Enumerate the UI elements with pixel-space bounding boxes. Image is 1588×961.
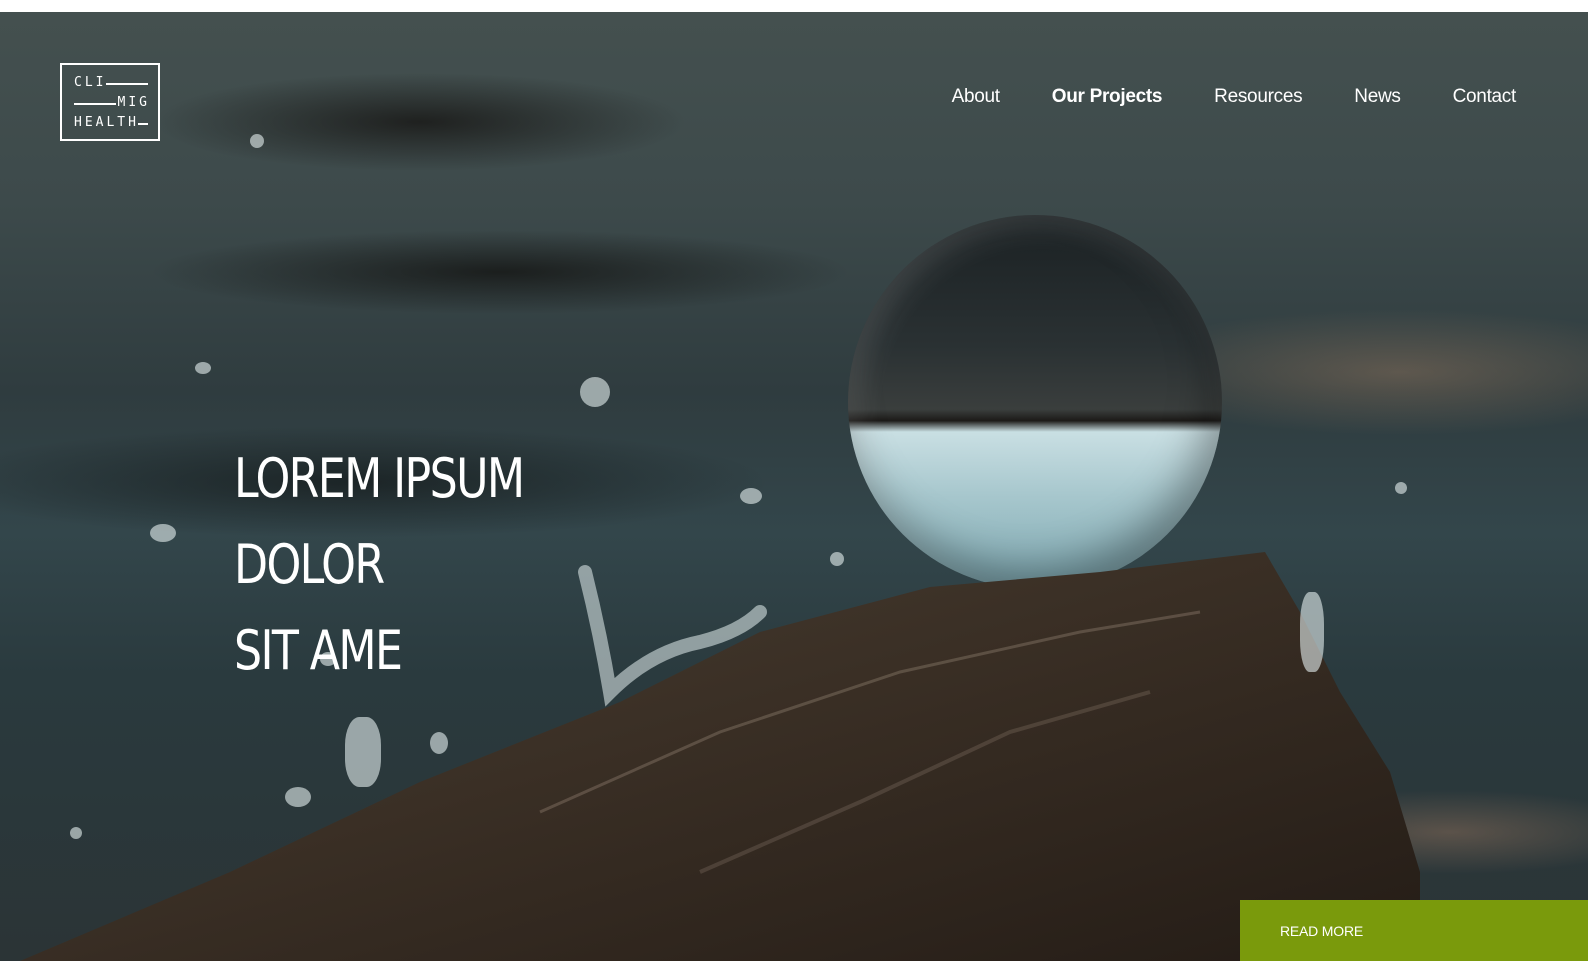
water-droplet <box>1395 482 1407 494</box>
water-droplet <box>580 377 610 407</box>
water-droplet <box>430 732 448 754</box>
water-droplet <box>285 787 311 807</box>
nav-item-our-projects[interactable]: Our Projects <box>1052 86 1163 108</box>
water-droplet <box>195 362 211 374</box>
site-logo[interactable]: CLI MIG HEALTH <box>60 63 160 141</box>
logo-text-line3: HEALTH <box>74 115 139 130</box>
nav-item-resources[interactable]: Resources <box>1214 86 1302 108</box>
nav-item-contact[interactable]: Contact <box>1453 86 1517 108</box>
logo-bar <box>106 83 148 85</box>
hero-headline: LOREM IPSUM DOLOR SIT AME <box>234 436 628 694</box>
read-more-button[interactable]: READ MORE <box>1240 900 1588 961</box>
read-more-label: READ MORE <box>1280 922 1363 939</box>
water-droplet <box>70 827 82 839</box>
logo-text-line2: MIG <box>117 95 150 110</box>
water-droplet <box>740 488 762 504</box>
main-navigation: About Our Projects Resources News Contac… <box>952 86 1517 108</box>
water-droplet <box>830 552 844 566</box>
hero-headline-line2: SIT AME <box>234 619 403 682</box>
water-droplet <box>345 717 381 787</box>
water-droplet <box>150 524 176 542</box>
water-droplet <box>250 134 264 148</box>
logo-bar <box>138 123 148 125</box>
nav-item-about[interactable]: About <box>952 86 1000 108</box>
water-droplet <box>1300 592 1324 672</box>
nav-item-news[interactable]: News <box>1354 86 1401 108</box>
hero-headline-line1: LOREM IPSUM DOLOR <box>234 447 525 596</box>
logo-text-line1: CLI <box>74 75 107 90</box>
logo-bar <box>74 103 116 105</box>
